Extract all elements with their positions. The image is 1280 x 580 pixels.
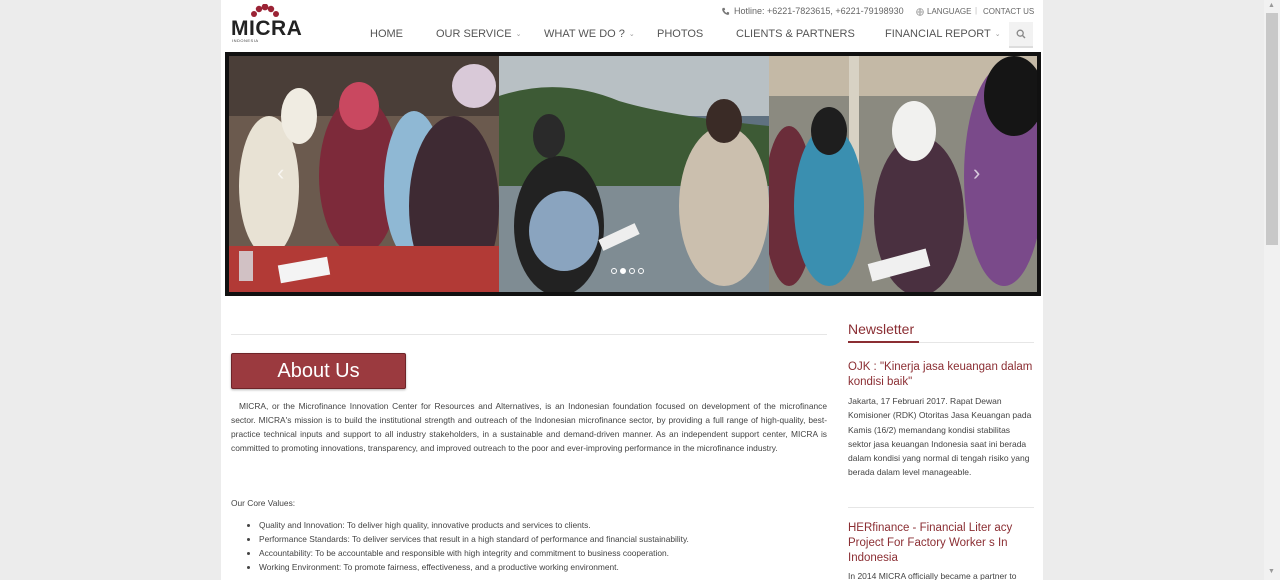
nav-what-we-do[interactable]: WHAT WE DO ? ⌄ xyxy=(544,28,635,40)
nav-what-we-do-label: WHAT WE DO ? xyxy=(544,28,625,40)
chevron-down-icon: ⌄ xyxy=(994,31,1001,38)
page-scrollbar[interactable]: ▲ ▼ xyxy=(1264,0,1280,580)
nav-financial-report-label: FINANCIAL REPORT xyxy=(885,28,991,40)
scroll-up-icon[interactable]: ▲ xyxy=(1268,2,1275,9)
newsletter-accent-line xyxy=(848,341,919,343)
core-value-item: Performance Standards: To deliver servic… xyxy=(259,532,689,546)
nav-home[interactable]: HOME xyxy=(370,28,403,40)
chevron-down-icon: ⌄ xyxy=(628,31,635,38)
slider-dot-2[interactable] xyxy=(620,268,626,274)
slide-photo-3 xyxy=(769,56,1037,292)
news-item-body-1: Jakarta, 17 Februari 2017. Rapat Dewan K… xyxy=(848,396,1032,478)
language-selector[interactable]: LANGUAGE xyxy=(916,7,971,16)
phone-icon xyxy=(722,7,730,15)
news-item-title-1[interactable]: OJK : "Kinerja jasa keuangan dalam kondi… xyxy=(848,360,1034,390)
news-item-title-2[interactable]: HERfinance - Financial Liter acy Project… xyxy=(848,521,1034,566)
scroll-down-icon[interactable]: ▼ xyxy=(1268,568,1275,575)
about-paragraph: MICRA, or the Microfinance Innovation Ce… xyxy=(231,401,827,453)
news-item-body-2: In 2014 MICRA officially became a partne… xyxy=(848,571,1017,580)
header-separator: | xyxy=(975,6,978,15)
core-value-item: Accountability: To be accountable and re… xyxy=(259,546,689,560)
core-value-item: Working Environment: To promote fairness… xyxy=(259,560,689,574)
chevron-down-icon: ⌄ xyxy=(515,31,522,38)
nav-photos-label: PHOTOS xyxy=(657,28,704,40)
globe-icon xyxy=(916,7,924,16)
slider-dots xyxy=(611,268,644,274)
slider-dot-3[interactable] xyxy=(629,268,635,274)
main-nav: HOME OUR SERVICE ⌄ WHAT WE DO ? ⌄ PHOTOS… xyxy=(221,22,1043,48)
newsletter-title: Newsletter xyxy=(848,321,915,337)
slide-photo-1 xyxy=(229,56,499,292)
nav-photos[interactable]: PHOTOS xyxy=(657,28,703,40)
core-values-title: Our Core Values: xyxy=(231,498,296,508)
top-bar: Hotline: +6221-7823615, +6221-79198930 L… xyxy=(221,0,1043,22)
contact-us-link[interactable]: CONTACT US xyxy=(983,7,1034,16)
search-icon xyxy=(1016,29,1026,39)
nav-our-service[interactable]: OUR SERVICE ⌄ xyxy=(436,28,521,40)
core-values-list: Quality and Innovation: To deliver high … xyxy=(251,518,689,574)
core-value-item: Quality and Innovation: To deliver high … xyxy=(259,518,689,532)
slider-dot-4[interactable] xyxy=(638,268,644,274)
slider-next-icon[interactable]: › xyxy=(973,160,980,186)
nav-clients-partners[interactable]: CLIENTS & PARTNERS xyxy=(736,28,855,40)
nav-our-service-label: OUR SERVICE xyxy=(436,28,512,40)
news-separator xyxy=(848,507,1034,508)
language-label: LANGUAGE xyxy=(927,7,972,16)
slide-photo-2 xyxy=(499,56,769,292)
hotline-text: Hotline: +6221-7823615, +6221-79198930 xyxy=(734,6,904,16)
image-slider[interactable]: ‹ › xyxy=(225,52,1041,296)
logo-dots-icon xyxy=(251,4,279,17)
search-button[interactable] xyxy=(1009,22,1033,48)
slider-prev-icon[interactable]: ‹ xyxy=(277,160,284,186)
slider-dot-1[interactable] xyxy=(611,268,617,274)
nav-clients-partners-label: CLIENTS & PARTNERS xyxy=(736,28,855,40)
nav-financial-report[interactable]: FINANCIAL REPORT ⌄ xyxy=(885,28,1001,40)
about-us-button[interactable]: About Us xyxy=(231,353,406,389)
nav-home-label: HOME xyxy=(370,28,403,40)
content-divider xyxy=(231,334,827,335)
scrollbar-thumb[interactable] xyxy=(1266,13,1278,245)
hotline: Hotline: +6221-7823615, +6221-79198930 xyxy=(721,6,904,16)
page-container: Hotline: +6221-7823615, +6221-79198930 L… xyxy=(221,0,1043,580)
